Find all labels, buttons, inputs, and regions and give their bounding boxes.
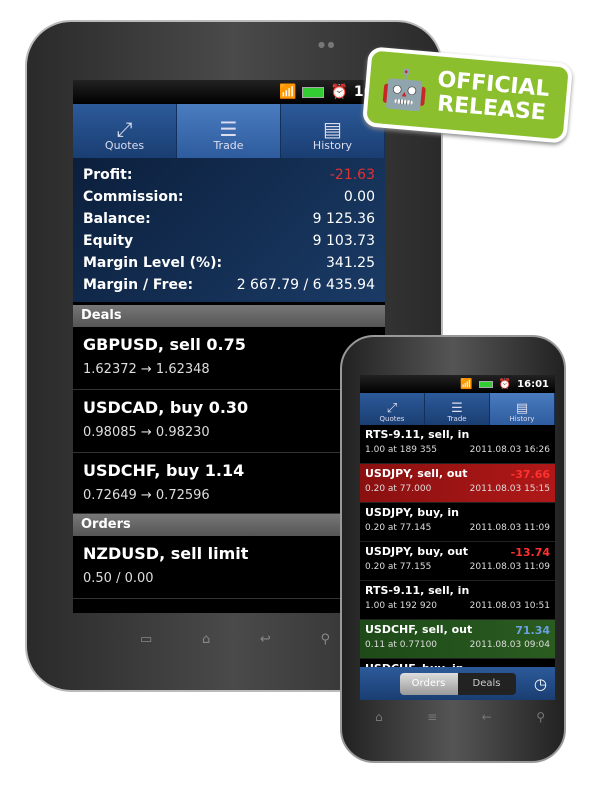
deal-date: 2011.08.03 15:15 — [469, 484, 550, 494]
back-icon[interactable]: ← — [482, 710, 492, 724]
summary-profit: Profit: -21.63 — [83, 167, 375, 183]
tab-history[interactable]: ▤ History — [490, 393, 555, 425]
deal-date: 2011.08.03 09:04 — [469, 640, 550, 650]
deals-header: Deals — [73, 305, 385, 327]
home-icon[interactable]: ⌂ — [202, 632, 210, 647]
deal-detail: 0.20 at 77.155 — [365, 562, 432, 572]
wifi-icon: 📶 — [460, 378, 473, 390]
status-bar: 📶 ⏰ 16: — [73, 80, 385, 104]
deal-detail: 0.20 at 77.145 — [365, 523, 432, 533]
history-tablet-icon: ▤ — [515, 401, 529, 416]
history-row[interactable]: USDJPY, buy, in 0.20 at 77.145 2011.08.03… — [360, 503, 555, 542]
deal-title: USDJPY, buy, in — [365, 506, 459, 519]
tablet-camera: ● ● — [318, 40, 335, 49]
battery-icon — [478, 380, 493, 388]
summary-equity: Equity 9 103.73 — [83, 233, 375, 249]
menu-icon[interactable]: ▭ — [140, 632, 152, 647]
menu-icon[interactable]: ≡ — [427, 710, 437, 724]
alarm-icon: ⏰ — [330, 84, 348, 100]
deal-detail: 0.11 at 0.77100 — [365, 640, 438, 650]
quotes-arrows-icon: ⤢ — [116, 117, 133, 141]
summary-balance: Balance: 9 125.36 — [83, 211, 375, 227]
summary-margin-free: Margin / Free: 2 667.79 / 6 435.94 — [83, 277, 375, 293]
phone-screen: 📶 ⏰ 16:01 ⤢ Quotes ☰ Trade ▤ History RTS-9.… — [360, 375, 555, 700]
history-row[interactable]: USDCHF, sell, out 71.34 0.11 at 0.77100 2… — [360, 620, 555, 659]
orders-deals-toggle: Orders Deals — [399, 672, 516, 695]
deal-row[interactable]: GBPUSD, sell 0.751.62372 → 1.6234818 — [73, 327, 385, 390]
history-row[interactable]: USDJPY, buy, out -13.74 0.20 at 77.155 20… — [360, 542, 555, 581]
deal-date: 2011.08.03 11:09 — [469, 562, 550, 572]
battery-icon — [302, 86, 325, 98]
deal-profit: -13.74 — [510, 546, 550, 559]
trade-list-icon: ☰ — [219, 117, 238, 141]
home-icon[interactable]: ⌂ — [375, 710, 383, 724]
trade-list-icon: ☰ — [451, 401, 463, 416]
search-icon[interactable]: ⚲ — [536, 710, 545, 724]
status-time: 16:01 — [517, 378, 549, 390]
android-robot-icon: 🤖 — [379, 65, 431, 114]
deals-button[interactable]: Deals — [457, 672, 516, 695]
history-row[interactable]: RTS-9.11, sell, in 1.00 at 189 355 2011.0… — [360, 425, 555, 464]
deal-date: 2011.08.03 16:26 — [469, 445, 550, 455]
history-row[interactable]: USDJPY, sell, out -37.66 0.20 at 77.000 2… — [360, 464, 555, 503]
account-summary: Profit: -21.63 Commission: 0.00 Balance: 9 … — [73, 158, 385, 302]
deal-profit: -37.66 — [510, 468, 550, 481]
deal-row[interactable]: USDCAD, buy 0.300.98085 → 0.982304 — [73, 390, 385, 453]
wifi-icon: 📶 — [279, 84, 297, 100]
history-tablet-icon: ▤ — [323, 117, 342, 141]
tab-quotes[interactable]: ⤢ Quotes — [360, 393, 425, 425]
orders-header: Orders — [73, 514, 385, 536]
deal-title: RTS-9.11, sell, in — [365, 428, 470, 441]
clock-icon[interactable]: ◷ — [534, 675, 547, 693]
order-row[interactable]: NZDUSD, sell limit0.50 / 0.00pla — [73, 536, 385, 599]
tablet-nav-buttons: ▭ ⌂ ↩ ⚲ — [140, 632, 330, 647]
status-bar: 📶 ⏰ 16:01 — [360, 375, 555, 393]
bottom-bar: Orders Deals ◷ — [360, 667, 555, 700]
tab-trade[interactable]: ☰ Trade — [177, 104, 281, 158]
deal-date: 2011.08.03 10:51 — [469, 601, 550, 611]
summary-commission: Commission: 0.00 — [83, 189, 375, 205]
tablet-screen: 📶 ⏰ 16: ⤢Quotes ☰Trade ▤History Profit:-… — [73, 80, 385, 613]
alarm-icon: ⏰ — [498, 378, 512, 390]
history-row[interactable]: RTS-9.11, sell, in 1.00 at 192 920 2011.0… — [360, 581, 555, 620]
deal-row[interactable]: USDCHF, buy 1.140.72649 → 0.72596-8 — [73, 453, 385, 514]
quotes-arrows-icon: ⤢ — [386, 401, 398, 416]
orders-button[interactable]: Orders — [399, 672, 458, 695]
deal-profit: 71.34 — [515, 624, 550, 637]
deal-detail: 0.20 at 77.000 — [365, 484, 432, 494]
tab-bar: ⤢ Quotes ☰ Trade ▤ History — [360, 393, 555, 425]
deal-date: 2011.08.03 11:09 — [469, 523, 550, 533]
tab-quotes[interactable]: ⤢ Quotes — [73, 104, 177, 158]
back-icon[interactable]: ↩ — [260, 632, 271, 647]
deal-detail: 1.00 at 192 920 — [365, 601, 438, 611]
tab-bar: ⤢ Quotes ☰ Trade ▤ History — [73, 104, 385, 158]
search-icon[interactable]: ⚲ — [320, 632, 330, 647]
phone-nav-buttons: ⌂ ≡ ← ⚲ — [375, 710, 545, 724]
history-list: RTS-9.11, sell, in 1.00 at 189 355 2011.0… — [360, 425, 555, 698]
summary-margin-level: Margin Level (%): 341.25 — [83, 255, 375, 271]
deal-detail: 1.00 at 189 355 — [365, 445, 438, 455]
tab-trade[interactable]: ☰ Trade — [425, 393, 490, 425]
deal-title: RTS-9.11, sell, in — [365, 584, 470, 597]
